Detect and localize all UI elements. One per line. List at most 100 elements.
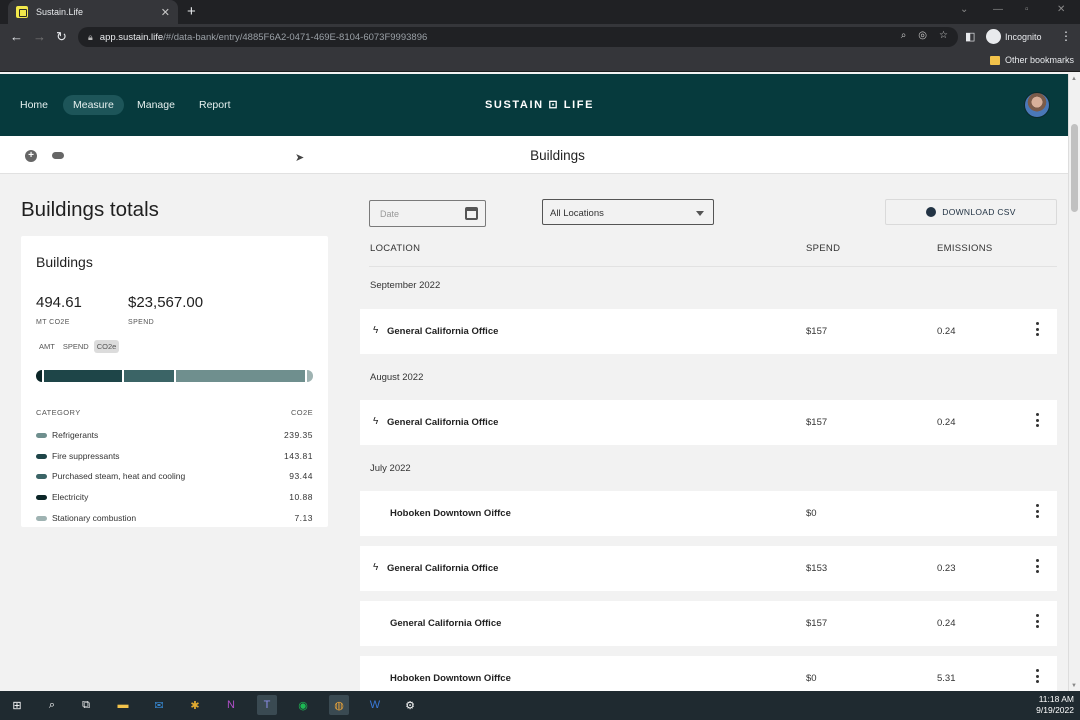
category-name: Stationary combustion (52, 513, 137, 523)
legend-swatch (36, 515, 47, 521)
app-header: Home Measure Manage Report SUSTAIN ⊡ LIF… (0, 74, 1068, 136)
legend-swatch (36, 494, 47, 500)
row-menu-icon[interactable] (1036, 413, 1040, 427)
row-menu-icon[interactable] (1036, 559, 1040, 573)
category-row: Stationary combustion 7.13 (36, 511, 313, 525)
download-icon (926, 207, 937, 217)
row-menu-icon[interactable] (1036, 322, 1040, 336)
address-bar[interactable]: 🔒︎ app.sustain.life /#/data-bank/entry/4… (78, 27, 958, 47)
page-subheader: + ➤ Buildings (0, 136, 1068, 174)
category-name: Electricity (52, 492, 89, 502)
bar-segment-purchased-steam (124, 370, 176, 382)
category-value: 143.81 (284, 451, 313, 461)
category-name: Refrigerants (52, 430, 99, 440)
new-tab-button[interactable]: + (187, 3, 196, 20)
table-row[interactable]: Hoboken Downtown Oiffce $0 5.31 (360, 656, 1057, 691)
row-menu-icon[interactable] (1036, 614, 1040, 628)
nav-home[interactable]: Home (10, 95, 58, 115)
calendar-icon[interactable] (465, 207, 478, 220)
side-panel-icon[interactable]: ◧ (965, 30, 975, 43)
browser-tab[interactable]: Sustain.Life ✕ (8, 0, 178, 24)
nav-measure[interactable]: Measure (63, 95, 124, 115)
maximize-icon[interactable]: ▫ (1025, 4, 1029, 15)
file-explorer-icon[interactable]: ▬ (113, 695, 133, 715)
bookmark-star-icon[interactable]: ☆ (939, 30, 948, 41)
bar-segment-electricity (36, 370, 44, 382)
segment-co2e[interactable]: CO2e (93, 340, 120, 353)
spend-column-header: SPEND (806, 243, 841, 254)
tab-close-icon[interactable]: ✕ (161, 6, 170, 19)
spend-label: SPEND (128, 319, 155, 326)
row-spend: $157 (806, 326, 828, 337)
scroll-down-icon[interactable]: ▼ (1071, 683, 1077, 689)
spotify-icon[interactable]: ◉ (293, 695, 313, 715)
slack-icon[interactable]: ✱ (185, 695, 205, 715)
tracking-blocked-icon[interactable]: ◎ (918, 30, 927, 41)
month-group-label: July 2022 (370, 463, 411, 474)
location-select[interactable]: All Locations (542, 199, 714, 225)
bar-segment-fire-suppressants (44, 370, 124, 382)
segment-spend[interactable]: SPEND (60, 340, 92, 353)
table-row[interactable]: ϟ General California Office $153 0.23 (360, 546, 1057, 591)
reload-icon[interactable]: ↻ (56, 29, 67, 45)
row-location: General California Office (387, 417, 499, 428)
table-row[interactable]: ϟ General California Office $157 0.24 (360, 400, 1057, 445)
brand-logo[interactable]: SUSTAIN ⊡ LIFE (485, 98, 594, 111)
row-emissions: 0.24 (937, 618, 956, 629)
row-menu-icon[interactable] (1036, 504, 1040, 518)
forward-icon[interactable]: → (33, 29, 46, 44)
settings-gear-icon[interactable]: ⚙ (400, 695, 420, 715)
legend-swatch (36, 432, 47, 438)
incognito-indicator[interactable]: Incognito (986, 29, 1042, 44)
zoom-icon[interactable]: ⌕ (901, 30, 907, 41)
segment-amt[interactable]: AMT (36, 340, 58, 353)
category-name: Fire suppressants (52, 451, 120, 461)
row-spend: $0 (806, 673, 817, 684)
windows-start-icon[interactable]: ⊞ (7, 695, 27, 715)
nav-manage[interactable]: Manage (127, 95, 185, 115)
outlook-icon[interactable]: ✉ (149, 695, 169, 715)
bar-segment-refrigerants (176, 370, 307, 382)
window-close-icon[interactable]: ✕ (1057, 4, 1065, 15)
scroll-up-icon[interactable]: ▲ (1071, 76, 1077, 82)
category-row: Refrigerants 239.35 (36, 428, 313, 442)
row-emissions: 5.31 (937, 673, 956, 684)
browser-menu-icon[interactable]: ⋮ (1060, 29, 1072, 43)
download-csv-button[interactable]: DOWNLOAD CSV (885, 199, 1057, 225)
windows-taskbar: ⊞ ⌕ ⧉ ▬ ✉ ✱ N T ◉ ◍ W ⚙ 11:18 AM 9/19/20… (0, 691, 1080, 720)
metric-toggle: AMT SPEND CO2e (36, 340, 120, 353)
download-csv-label: DOWNLOAD CSV (942, 207, 1016, 217)
row-location: General California Office (387, 326, 499, 337)
word-icon[interactable]: W (365, 695, 385, 715)
back-icon[interactable]: ← (10, 29, 23, 44)
onenote-icon[interactable]: N (221, 695, 241, 715)
lightning-bolt-icon: ϟ (373, 325, 379, 336)
user-avatar[interactable] (1024, 92, 1050, 118)
other-bookmarks-link[interactable]: Other bookmarks (1005, 55, 1074, 65)
tab-search-icon[interactable]: ⌄ (960, 4, 968, 15)
minimize-icon[interactable]: — (993, 4, 1003, 15)
table-row[interactable]: General California Office $157 0.24 (360, 601, 1057, 646)
chrome-icon[interactable]: ◍ (329, 695, 349, 715)
legend-swatch (36, 473, 47, 479)
buildings-totals-title: Buildings totals (21, 198, 159, 221)
buildings-summary-card: Buildings 494.61 MT CO2E $23,567.00 SPEN… (21, 236, 328, 527)
task-view-icon[interactable]: ⧉ (76, 695, 96, 715)
nav-report[interactable]: Report (189, 95, 241, 115)
bar-segment-stationary-combustion (307, 370, 313, 382)
location-column-header: LOCATION (370, 243, 421, 254)
category-name: Purchased steam, heat and cooling (52, 471, 186, 481)
page-scrollbar[interactable]: ▲ ▼ (1068, 74, 1080, 691)
system-clock[interactable]: 11:18 AM 9/19/2022 (1020, 694, 1074, 716)
row-menu-icon[interactable] (1036, 669, 1040, 683)
table-row[interactable]: ϟ General California Office $157 0.24 (360, 309, 1057, 354)
emissions-label: MT CO2E (36, 319, 70, 326)
teams-icon[interactable]: T (257, 695, 277, 715)
scroll-thumb[interactable] (1071, 124, 1078, 212)
search-icon[interactable]: ⌕ (42, 695, 62, 715)
table-row[interactable]: Hoboken Downtown Oiffce $0 (360, 491, 1057, 536)
page-title: Buildings (530, 148, 585, 163)
category-row: Fire suppressants 143.81 (36, 449, 313, 463)
row-location: General California Office (390, 618, 502, 629)
date-field[interactable]: Date (369, 200, 486, 227)
